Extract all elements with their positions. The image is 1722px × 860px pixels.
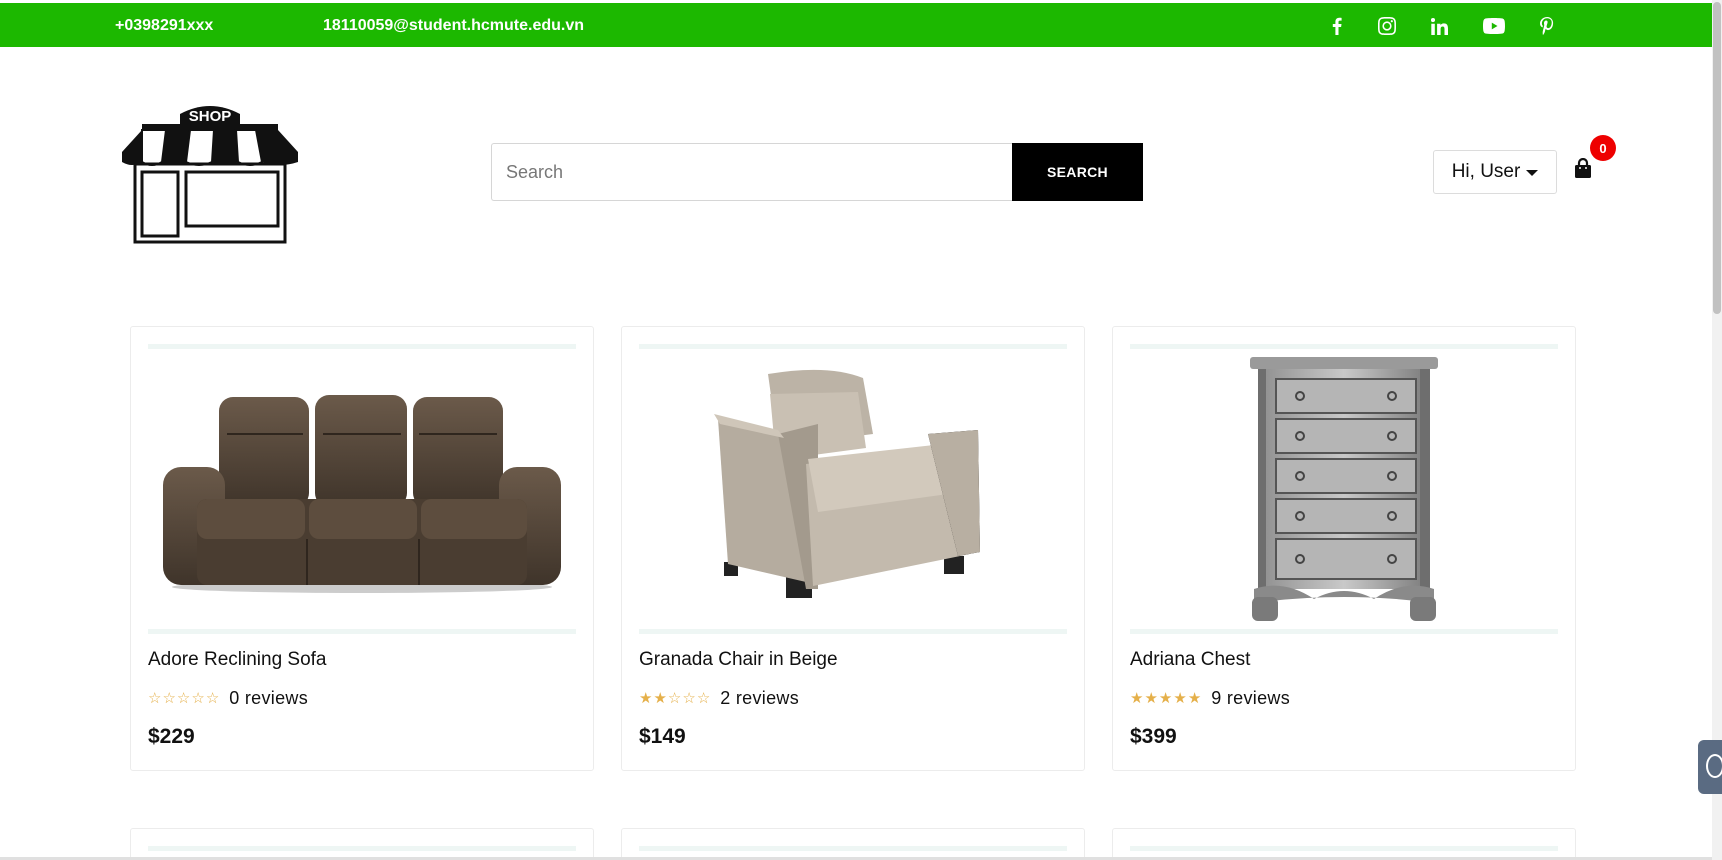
search-bar: SEARCH <box>491 143 1143 201</box>
search-button[interactable]: SEARCH <box>1012 143 1143 201</box>
scrollbar-thumb[interactable] <box>1713 2 1721 314</box>
user-menu-button[interactable]: Hi, User <box>1433 150 1557 194</box>
phone-number: +0398291xxx <box>115 17 214 34</box>
search-input[interactable] <box>491 143 1012 201</box>
product-rating: ★ ★ ☆ ☆ ☆ 2 reviews <box>639 688 799 709</box>
star-rating-icon: ☆ ☆ ☆ ☆ ☆ <box>148 690 220 707</box>
product-rating: ★ ★ ★ ★ ★ 9 reviews <box>1130 688 1290 709</box>
product-price: $149 <box>639 725 686 748</box>
product-image-sofa[interactable] <box>148 344 576 634</box>
product-image-chest[interactable] <box>1130 344 1558 634</box>
product-card[interactable] <box>621 828 1085 860</box>
product-rating: ☆ ☆ ☆ ☆ ☆ 0 reviews <box>148 688 308 709</box>
product-image-armchair[interactable] <box>639 344 1067 634</box>
product-card[interactable]: Granada Chair in Beige ★ ★ ☆ ☆ ☆ 2 reviews $… <box>621 326 1085 771</box>
product-card[interactable]: Adore Reclining Sofa ☆ ☆ ☆ ☆ ☆ 0 reviews $22… <box>130 326 594 771</box>
review-count: 2 reviews <box>720 688 799 708</box>
product-card[interactable] <box>130 828 594 860</box>
star-rating-icon: ★ ★ ☆ ☆ ☆ <box>639 690 711 707</box>
chevron-down-icon <box>1526 170 1539 176</box>
review-count: 9 reviews <box>1211 688 1290 708</box>
linkedin-icon[interactable] <box>1427 15 1451 37</box>
facebook-icon[interactable] <box>1325 15 1349 37</box>
product-name[interactable]: Adriana Chest <box>1130 649 1250 671</box>
instagram-icon[interactable] <box>1375 15 1399 37</box>
page-scrollbar[interactable] <box>1712 0 1722 860</box>
youtube-icon[interactable] <box>1481 15 1507 37</box>
product-name[interactable]: Adore Reclining Sofa <box>148 649 327 671</box>
remote-support-widget-icon[interactable] <box>1698 740 1722 794</box>
review-count: 0 reviews <box>229 688 308 708</box>
shop-logo[interactable]: SHOP <box>120 100 300 245</box>
user-menu-label: Hi, User <box>1451 161 1521 182</box>
product-name[interactable]: Granada Chair in Beige <box>639 649 838 671</box>
product-card[interactable] <box>1112 828 1576 860</box>
shopping-bag-icon[interactable] <box>1573 157 1593 180</box>
star-rating-icon: ★ ★ ★ ★ ★ <box>1130 690 1202 707</box>
pinterest-icon[interactable] <box>1535 15 1559 37</box>
logo-text: SHOP <box>189 108 232 125</box>
cart-count-badge: 0 <box>1590 135 1616 161</box>
product-price: $229 <box>148 725 195 748</box>
product-price: $399 <box>1130 725 1177 748</box>
top-contact-bar: +0398291xxx 18110059@student.hcmute.edu.… <box>0 3 1712 47</box>
email-address[interactable]: 18110059@student.hcmute.edu.vn <box>323 17 584 35</box>
product-card[interactable]: Adriana Chest ★ ★ ★ ★ ★ 9 reviews $399 <box>1112 326 1576 771</box>
